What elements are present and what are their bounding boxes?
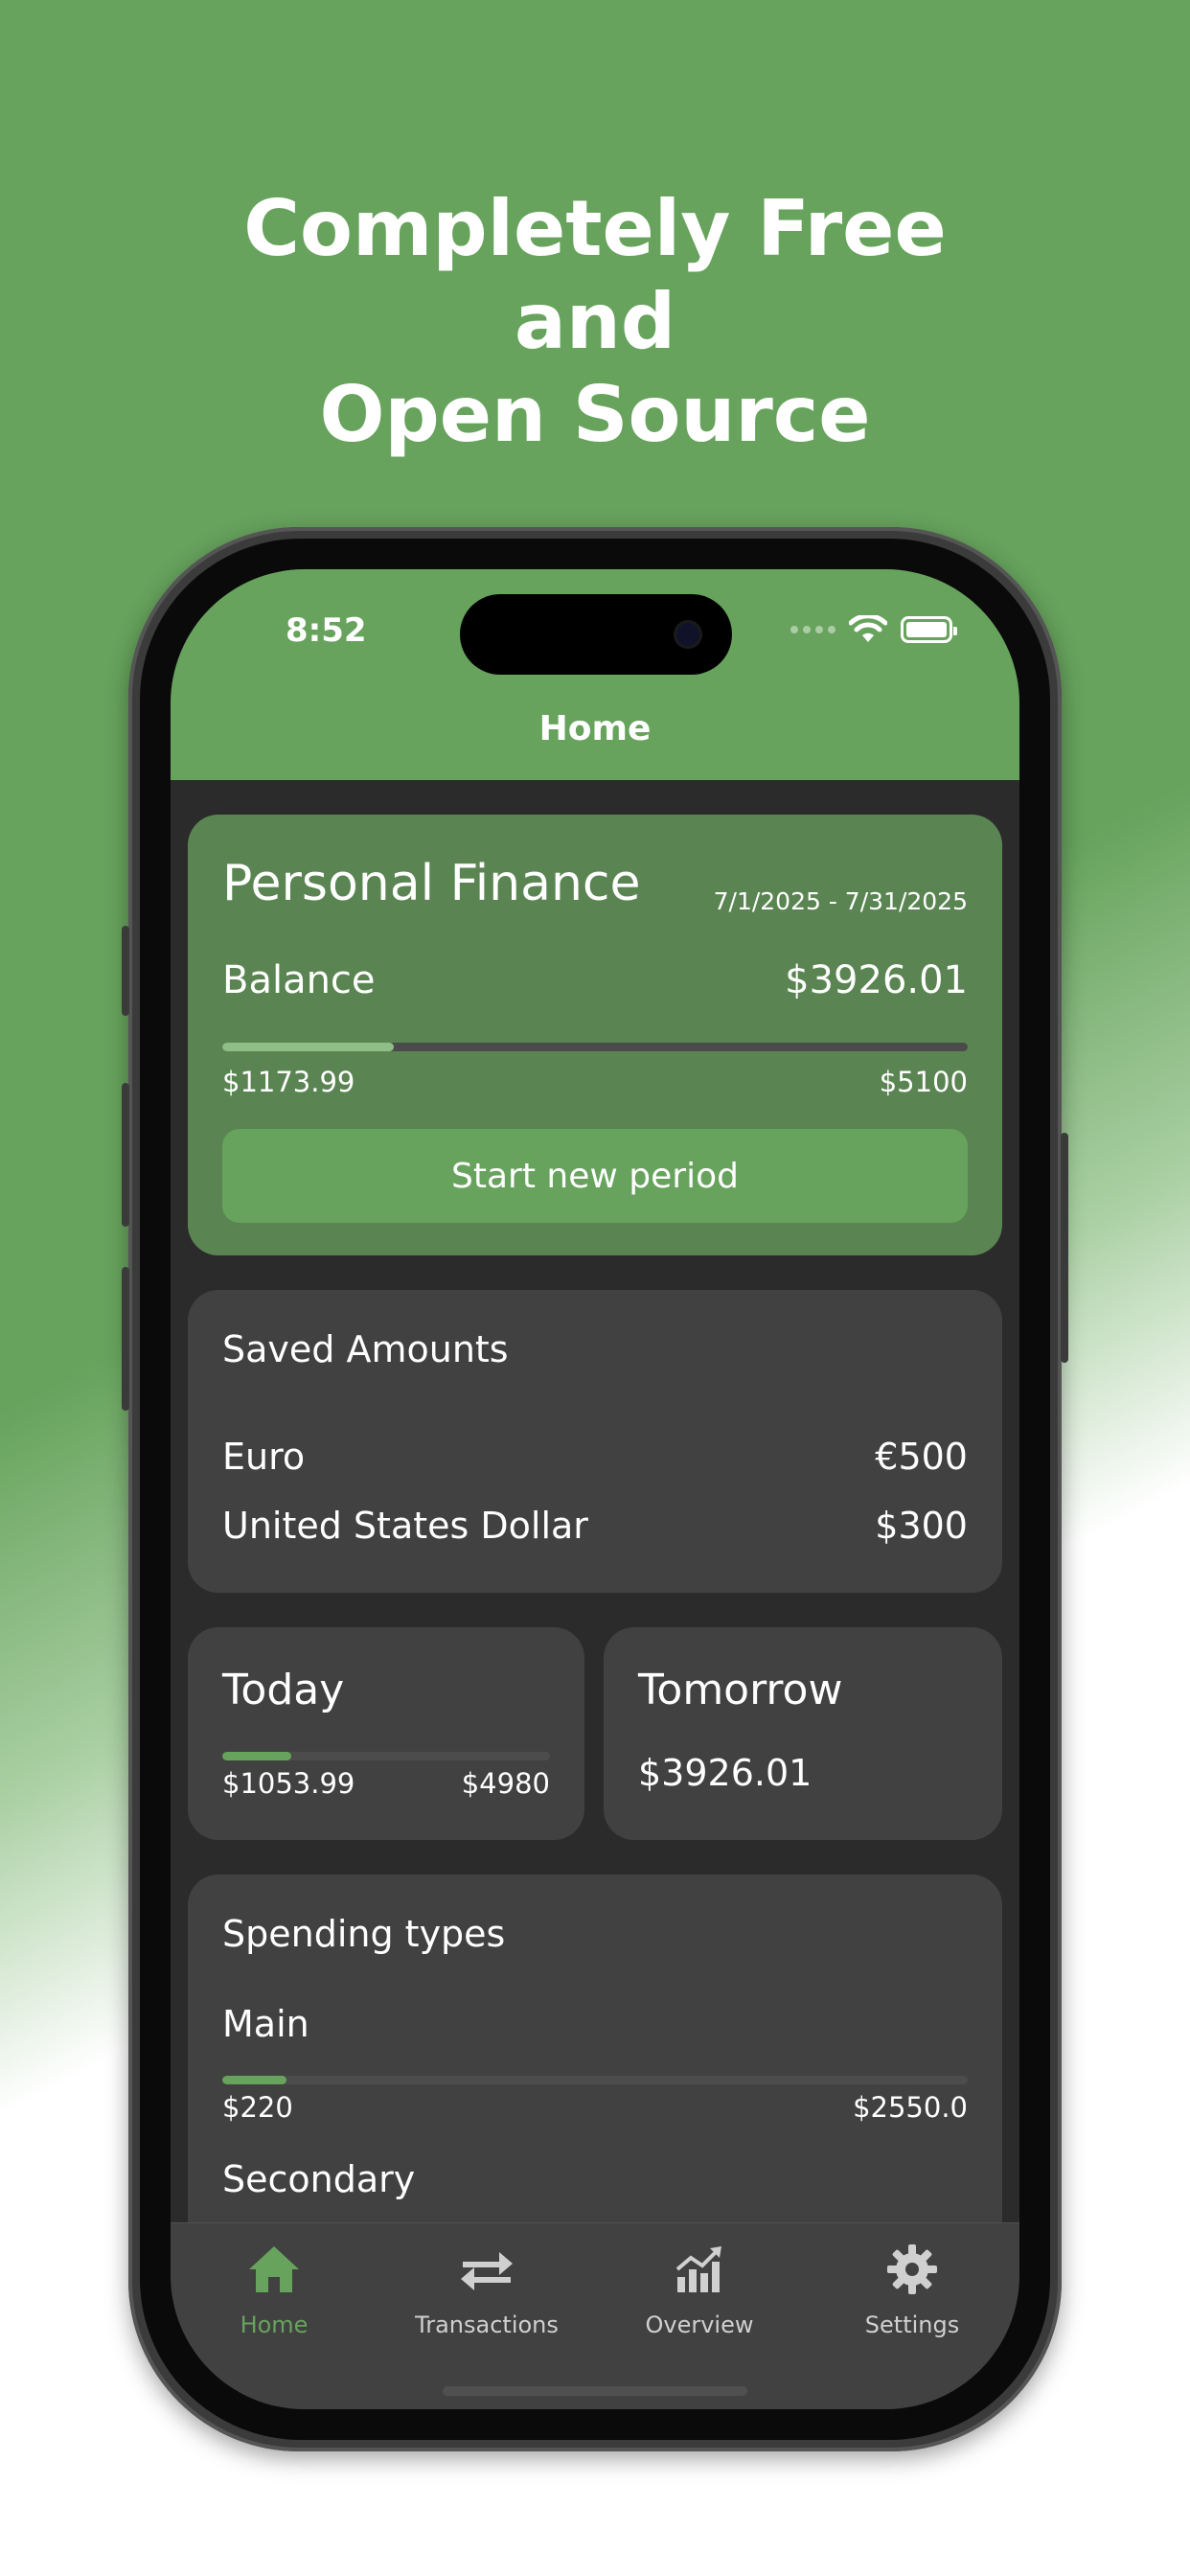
tab-overview[interactable]: Overview — [613, 2239, 786, 2338]
home-scroll-content[interactable]: Personal Finance 7/1/2025 - 7/31/2025 Ba… — [171, 780, 1019, 2222]
saved-currency-amount: €500 — [875, 1436, 968, 1478]
tab-settings[interactable]: Settings — [826, 2239, 998, 2338]
volume-up-button — [122, 1083, 129, 1227]
headline: Completely Free and Open Source — [0, 182, 1190, 461]
balance-label: Balance — [222, 958, 376, 1002]
saved-amount-row: United States Dollar $300 — [222, 1505, 968, 1547]
saved-currency-name: United States Dollar — [222, 1505, 588, 1547]
today-progress-fill — [222, 1752, 291, 1760]
tab-label: Home — [240, 2312, 309, 2338]
today-limit: $4980 — [461, 1767, 550, 1800]
tab-bar: Home Transactions Overview Settings — [171, 2222, 1019, 2409]
wifi-icon — [849, 615, 887, 642]
tab-label: Overview — [645, 2312, 754, 2338]
today-spent: $1053.99 — [222, 1767, 355, 1800]
headline-line-2: and — [514, 277, 676, 366]
spending-types-card: Spending types Main $220 $2550.0 Seconda… — [188, 1874, 1002, 2222]
spent-amount: $1173.99 — [222, 1066, 355, 1098]
home-indicator — [443, 2386, 747, 2396]
tab-label: Transactions — [415, 2312, 559, 2338]
dynamic-island — [460, 594, 732, 675]
spending-type-spent: $220 — [222, 2091, 293, 2124]
status-icons — [790, 615, 957, 644]
budget-amount: $5100 — [879, 1066, 968, 1098]
volume-down-button — [122, 1267, 129, 1411]
today-title: Today — [222, 1666, 345, 1714]
tomorrow-value: $3926.01 — [638, 1752, 812, 1794]
tab-home[interactable]: Home — [188, 2239, 360, 2338]
saved-amounts-title: Saved Amounts — [222, 1328, 509, 1370]
spending-types-title: Spending types — [222, 1913, 506, 1955]
start-new-period-button[interactable]: Start new period — [222, 1129, 968, 1223]
balance-progress-bar — [222, 1043, 968, 1051]
tab-label: Settings — [864, 2312, 960, 2338]
headline-line-3: Open Source — [319, 370, 871, 459]
spending-type-progress-fill — [222, 2076, 286, 2084]
arrows-icon — [461, 2252, 513, 2290]
personal-finance-card: Personal Finance 7/1/2025 - 7/31/2025 Ba… — [188, 815, 1002, 1255]
today-progress-bar — [222, 1752, 550, 1760]
spending-type-name: Secondary — [222, 2158, 416, 2200]
action-button — [122, 926, 129, 1016]
saved-amounts-card: Saved Amounts Euro €500 United States Do… — [188, 1290, 1002, 1593]
tab-transactions[interactable]: Transactions — [400, 2239, 573, 2338]
nav-title: Home — [538, 709, 652, 748]
period-date-range: 7/1/2025 - 7/31/2025 — [713, 887, 968, 915]
finance-title: Personal Finance — [222, 855, 641, 912]
signal-dots-icon — [790, 626, 835, 633]
balance-value: $3926.01 — [785, 958, 968, 1002]
power-button — [1061, 1133, 1068, 1363]
today-card: Today $1053.99 $4980 — [188, 1627, 584, 1840]
spending-type-name: Main — [222, 2003, 309, 2045]
headline-line-1: Completely Free — [243, 184, 947, 273]
phone-screen: 8:52 Home Personal Finance 7/1/2025 - 7/… — [171, 569, 1019, 2409]
battery-icon — [901, 616, 957, 643]
spending-type-progress-bar — [222, 2076, 968, 2084]
home-icon — [249, 2246, 299, 2292]
saved-currency-name: Euro — [222, 1436, 306, 1478]
spending-type-limit: $2550.0 — [853, 2091, 968, 2124]
balance-progress-fill — [222, 1043, 394, 1051]
tomorrow-title: Tomorrow — [638, 1666, 843, 1714]
tomorrow-card: Tomorrow $3926.01 — [604, 1627, 1002, 1840]
saved-currency-amount: $300 — [875, 1505, 968, 1547]
chart-icon — [675, 2246, 721, 2292]
saved-amount-row: Euro €500 — [222, 1436, 968, 1478]
gear-icon — [887, 2244, 937, 2294]
status-time: 8:52 — [286, 611, 367, 650]
